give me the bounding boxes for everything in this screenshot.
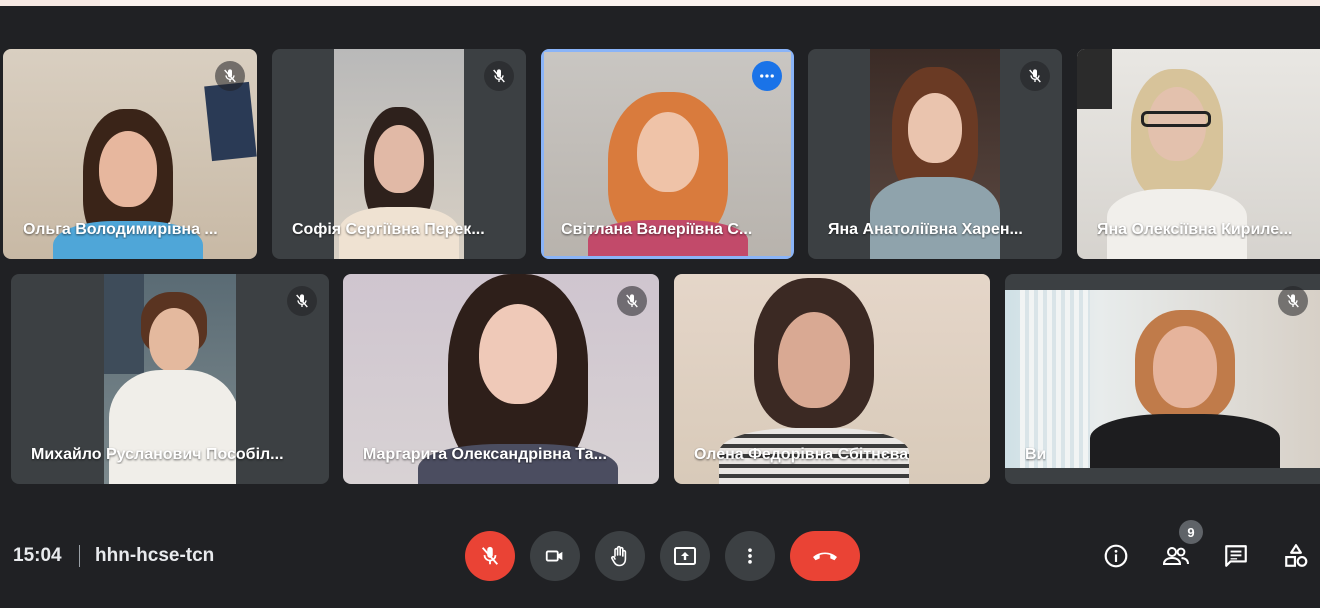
- chat-button[interactable]: [1216, 536, 1256, 576]
- mic-off-icon: [481, 546, 499, 565]
- window-top-strip: [0, 0, 1320, 6]
- mic-off-icon: [1029, 69, 1041, 83]
- hand-icon: [611, 545, 627, 567]
- participant-tile[interactable]: Олена Федорівна Сбітнєва: [674, 274, 990, 484]
- call-end-icon: [813, 552, 837, 561]
- participant-name: Михайло Русланович Пособіл...: [31, 446, 284, 463]
- participant-name: Софія Сергіївна Перек...: [292, 221, 485, 238]
- camera-toggle-button[interactable]: [530, 531, 580, 581]
- mic-muted-indicator: [215, 61, 245, 91]
- mic-off-icon: [626, 294, 638, 308]
- divider: [79, 545, 80, 567]
- mic-off-icon: [1287, 294, 1299, 308]
- mic-off-icon: [493, 69, 505, 83]
- present-screen-button[interactable]: [660, 531, 710, 581]
- mic-off-icon: [296, 294, 308, 308]
- present-screen-icon: [674, 547, 696, 565]
- chat-icon: [1225, 545, 1247, 567]
- meeting-clock: 15:04: [13, 545, 62, 566]
- mic-muted-indicator: [484, 61, 514, 91]
- videocam-icon: [545, 550, 563, 562]
- participant-tile[interactable]: Маргарита Олександрівна Та...: [343, 274, 659, 484]
- participant-tile-self[interactable]: Ви: [1005, 274, 1320, 484]
- mic-off-icon: [224, 69, 236, 83]
- participant-tile[interactable]: Ольга Володимирівна ...: [3, 49, 257, 259]
- mic-muted-indicator: [1020, 61, 1050, 91]
- participant-options-button[interactable]: [752, 61, 782, 91]
- participant-tile[interactable]: Софія Сергіївна Перек...: [272, 49, 526, 259]
- participant-tile[interactable]: Михайло Русланович Пособіл...: [11, 274, 329, 484]
- participant-tile[interactable]: Яна Олексіївна Кириле...: [1077, 49, 1320, 259]
- more-vert-icon: [748, 548, 752, 564]
- participant-tile-active-speaker[interactable]: Світлана Валеріївна С...: [541, 49, 794, 259]
- activities-icon: [1285, 544, 1308, 567]
- mic-muted-indicator: [1278, 286, 1308, 316]
- participant-name: Яна Анатоліївна Харен...: [828, 221, 1023, 238]
- raise-hand-button[interactable]: [595, 531, 645, 581]
- participant-tile[interactable]: Яна Анатоліївна Харен...: [808, 49, 1062, 259]
- window-top-strip-inner: [100, 0, 1200, 6]
- more-options-button[interactable]: [725, 531, 775, 581]
- people-icon: [1162, 547, 1189, 565]
- mic-muted-indicator: [617, 286, 647, 316]
- info-icon: [1104, 544, 1128, 568]
- participant-name: Ольга Володимирівна ...: [23, 221, 218, 238]
- video-feed: [1005, 290, 1320, 468]
- participant-name: Ви: [1025, 446, 1047, 463]
- participant-name: Яна Олексіївна Кириле...: [1097, 221, 1293, 238]
- more-horiz-icon: [760, 74, 774, 78]
- mic-toggle-button[interactable]: [465, 531, 515, 581]
- participant-name: Світлана Валеріївна С...: [561, 221, 753, 238]
- participant-name: Маргарита Олександрівна Та...: [363, 446, 607, 463]
- mic-muted-indicator: [287, 286, 317, 316]
- leave-call-button[interactable]: [790, 531, 860, 581]
- meeting-code[interactable]: hhn-hcse-tcn: [95, 545, 214, 567]
- participant-count-badge: 9: [1179, 520, 1203, 544]
- activities-button[interactable]: [1276, 536, 1316, 576]
- meeting-details-button[interactable]: [1096, 536, 1136, 576]
- participant-name: Олена Федорівна Сбітнєва: [694, 446, 909, 463]
